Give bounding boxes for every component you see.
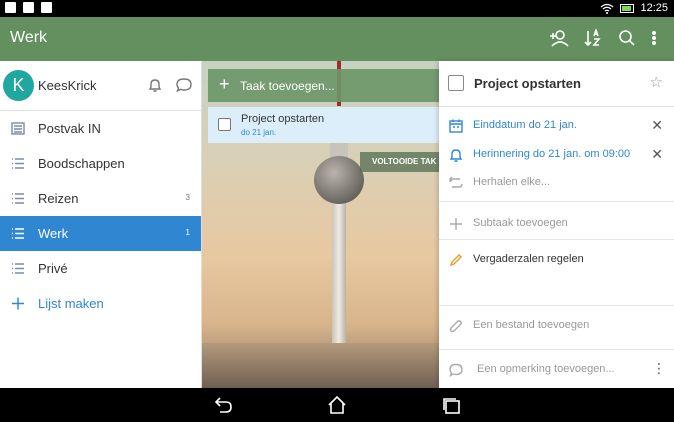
app-header: Werk	[0, 17, 674, 61]
task-title: Project opstarten	[241, 113, 325, 125]
note-text: Vergaderzalen regelen	[473, 253, 584, 265]
sidebar-item-label: Werk	[38, 226, 69, 241]
sidebar-item-label: Postvak IN	[38, 121, 101, 136]
bell-icon[interactable]	[147, 77, 163, 93]
detail-header: Project opstarten ☆	[439, 61, 674, 107]
sort-az-icon	[584, 29, 601, 47]
sort-button[interactable]	[582, 27, 604, 49]
plus-icon: +	[219, 74, 230, 94]
system-nav-bar	[0, 388, 674, 422]
task-checkbox[interactable]	[218, 118, 231, 131]
battery-icon	[620, 3, 635, 13]
task-due-date: do 21 jan.	[241, 128, 277, 137]
list-icon	[11, 157, 25, 170]
search-icon	[619, 30, 635, 46]
show-completed-button[interactable]: VOLTOOIDE TAK	[360, 152, 439, 172]
overflow-menu-button[interactable]	[643, 27, 665, 49]
list-icon	[11, 227, 25, 240]
task-detail-panel: Project opstarten ☆ Einddatum do 21 jan.…	[439, 61, 674, 388]
recents-button[interactable]	[442, 396, 462, 414]
detail-checkbox[interactable]	[448, 75, 464, 91]
add-person-icon	[550, 30, 569, 47]
user-name[interactable]: KeesKrick	[38, 78, 97, 93]
inbox-icon	[11, 122, 25, 135]
back-button[interactable]	[213, 396, 233, 414]
list-icon	[11, 262, 25, 275]
task-row[interactable]: Project opstarten do 21 jan.	[208, 107, 439, 143]
sidebar-item-werk[interactable]: Werk 1	[0, 216, 201, 251]
create-list-button[interactable]: Lijst maken	[0, 286, 201, 321]
sidebar-item-prive[interactable]: Privé	[0, 251, 201, 286]
sidebar-item-reizen[interactable]: Reizen 3	[0, 181, 201, 216]
home-icon	[328, 395, 346, 414]
more-vert-icon[interactable]: ⋮	[652, 360, 666, 377]
close-icon[interactable]: ✕	[651, 117, 663, 134]
sidebar-item-count: 3	[185, 193, 190, 202]
star-icon[interactable]: ☆	[650, 73, 663, 91]
sidebar-item-postvak-in[interactable]: Postvak IN	[0, 111, 201, 146]
close-icon[interactable]: ✕	[651, 146, 663, 163]
user-header: K KeesKrick	[0, 61, 201, 111]
clock: 12:25	[640, 2, 668, 14]
chat-icon[interactable]	[176, 77, 192, 93]
back-icon	[214, 397, 232, 413]
sidebar-item-label: Privé	[38, 261, 68, 276]
page-title: Werk	[10, 29, 48, 46]
bell-icon	[449, 148, 463, 162]
sidebar-item-label: Boodschappen	[38, 156, 125, 171]
avatar[interactable]: K	[3, 70, 34, 101]
recents-icon	[443, 398, 460, 414]
status-bar: 12:25	[0, 0, 674, 17]
search-button[interactable]	[616, 27, 638, 49]
app-icon	[41, 2, 52, 13]
add-comment-placeholder: Een opmerking toevoegen...	[477, 363, 615, 375]
create-list-label: Lijst maken	[38, 296, 104, 311]
paperclip-icon	[449, 319, 463, 333]
list-icon	[11, 192, 25, 205]
plus-icon	[11, 297, 25, 310]
calendar-icon	[449, 119, 463, 133]
detail-title[interactable]: Project opstarten	[474, 76, 581, 91]
reminder-label: Herinnering do 21 jan. om 09:00	[473, 148, 631, 160]
add-subtask-label: Subtaak toevoegen	[473, 217, 568, 229]
sidebar-item-boodschappen[interactable]: Boodschappen	[0, 146, 201, 181]
add-task-placeholder: Taak toevoegen...	[240, 79, 335, 93]
repeat-label: Herhalen elke...	[473, 176, 551, 188]
repeat-icon	[449, 176, 463, 190]
task-list-area: + Taak toevoegen... Project opstarten do…	[202, 61, 439, 388]
sidebar: K KeesKrick Postvak IN Boodschappen Reiz…	[0, 61, 202, 388]
add-file-label: Een bestand toevoegen	[473, 319, 590, 331]
plus-icon	[449, 217, 463, 231]
notification-icon	[5, 2, 16, 13]
wifi-icon	[601, 3, 614, 14]
sidebar-item-count: 1	[185, 228, 190, 237]
comment-icon	[449, 363, 463, 378]
more-vert-icon	[651, 30, 657, 46]
sidebar-item-label: Reizen	[38, 191, 79, 206]
home-button[interactable]	[327, 395, 347, 414]
add-task-input[interactable]: + Taak toevoegen...	[208, 69, 439, 102]
share-list-button[interactable]	[548, 27, 570, 49]
due-date-label: Einddatum do 21 jan.	[473, 119, 577, 131]
calendar-icon	[23, 2, 34, 13]
pencil-icon	[449, 253, 463, 267]
